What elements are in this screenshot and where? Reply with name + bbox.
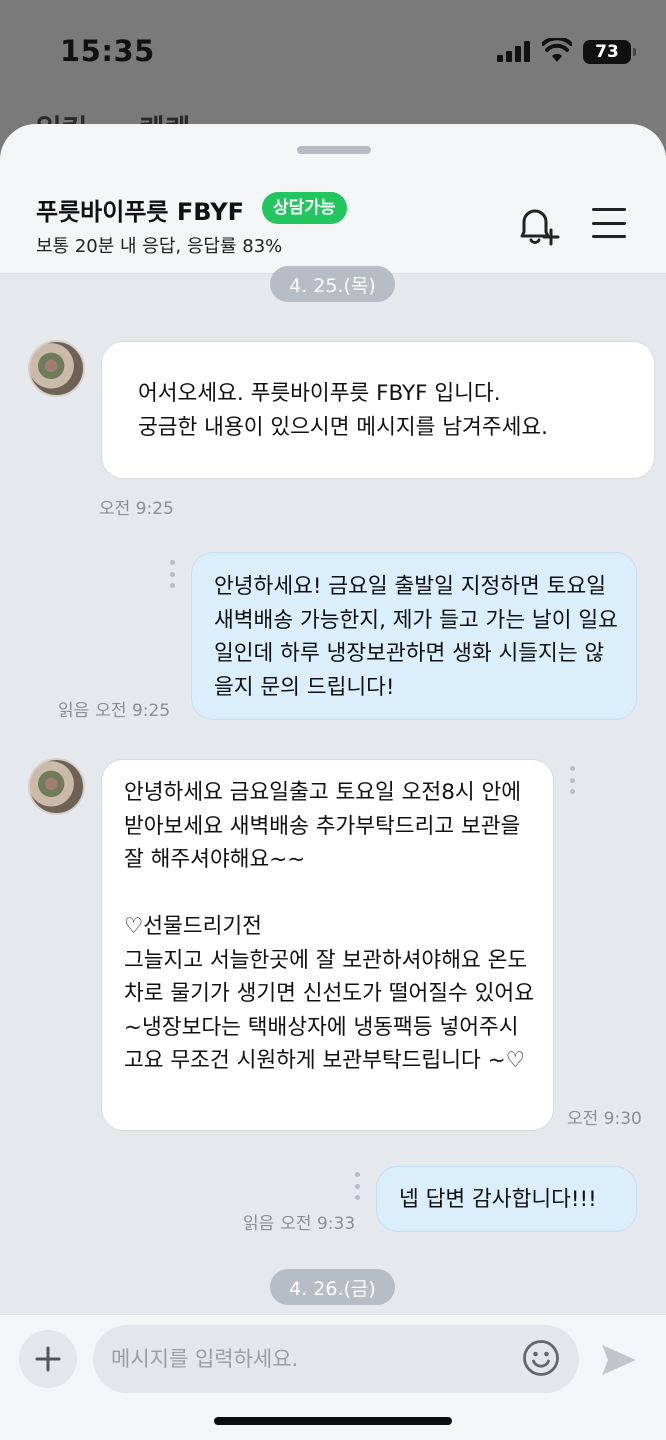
cellular-signal-icon xyxy=(497,40,530,62)
message-options-icon[interactable] xyxy=(570,766,576,794)
date-divider: 4. 25.(목) xyxy=(270,266,395,302)
emoji-icon[interactable] xyxy=(522,1339,560,1377)
hamburger-menu-icon[interactable] xyxy=(592,208,626,238)
shop-avatar[interactable] xyxy=(28,758,85,815)
status-time: 15:35 xyxy=(60,34,155,68)
status-badge: 상담가능 xyxy=(262,192,347,224)
read-indicator: 읽음 xyxy=(58,701,90,721)
chat-header: 푸릇바이푸릇 FBYF 상담가능 보통 20분 내 응답, 응답률 83% xyxy=(0,124,666,274)
sheet-grabber[interactable] xyxy=(297,146,371,154)
message-composer xyxy=(0,1314,666,1440)
message-bubble-received: 안녕하세요 금요일출고 토요일 오전8시 안에 받아보세요 새벽배송 추가부탁드… xyxy=(101,759,554,1131)
attach-button[interactable] xyxy=(19,1330,77,1388)
plus-icon xyxy=(35,1346,61,1372)
shop-name[interactable]: 푸릇바이푸릇 FBYF xyxy=(36,192,244,227)
message-list[interactable]: 4. 25.(목) 어서오세요. 푸릇바이푸릇 FBYF 입니다. 궁금한 내용… xyxy=(0,266,666,1314)
response-info: 보통 20분 내 응답, 응답률 83% xyxy=(36,236,283,257)
message-bubble-sent: 안녕하세요! 금요일 출발일 지정하면 토요일 새벽배송 가능한지, 제가 들고… xyxy=(191,552,637,720)
message-status: 읽음 오전 9:33 xyxy=(243,1209,355,1234)
message-status: 읽음 오전 9:25 xyxy=(58,696,170,721)
wifi-icon xyxy=(542,38,572,62)
send-icon[interactable] xyxy=(600,1343,638,1377)
message-time: 오전 9:30 xyxy=(567,1109,642,1129)
message-bubble-received: 어서오세요. 푸릇바이푸릇 FBYF 입니다. 궁금한 내용이 있으시면 메시지… xyxy=(101,341,655,479)
date-divider: 4. 26.(금) xyxy=(270,1269,395,1305)
home-indicator xyxy=(214,1417,452,1425)
message-time: 오전 9:33 xyxy=(280,1214,356,1234)
read-indicator: 읽음 xyxy=(243,1214,275,1234)
bell-plus-icon[interactable] xyxy=(514,204,562,248)
message-options-icon[interactable] xyxy=(170,560,176,588)
message-time: 오전 9:25 xyxy=(99,499,174,519)
battery-icon: 73 xyxy=(583,40,636,64)
message-options-icon[interactable] xyxy=(355,1172,361,1200)
shop-avatar[interactable] xyxy=(28,340,85,397)
message-bubble-sent: 넵 답변 감사합니다!!! xyxy=(376,1166,637,1232)
message-input[interactable] xyxy=(93,1325,579,1393)
message-time: 오전 9:25 xyxy=(95,701,171,721)
chat-sheet: 푸릇바이푸릇 FBYF 상담가능 보통 20분 내 응답, 응답률 83% 4.… xyxy=(0,124,666,1440)
status-bar: 15:35 73 일킨 ... 퀘퀘 xyxy=(0,0,666,146)
